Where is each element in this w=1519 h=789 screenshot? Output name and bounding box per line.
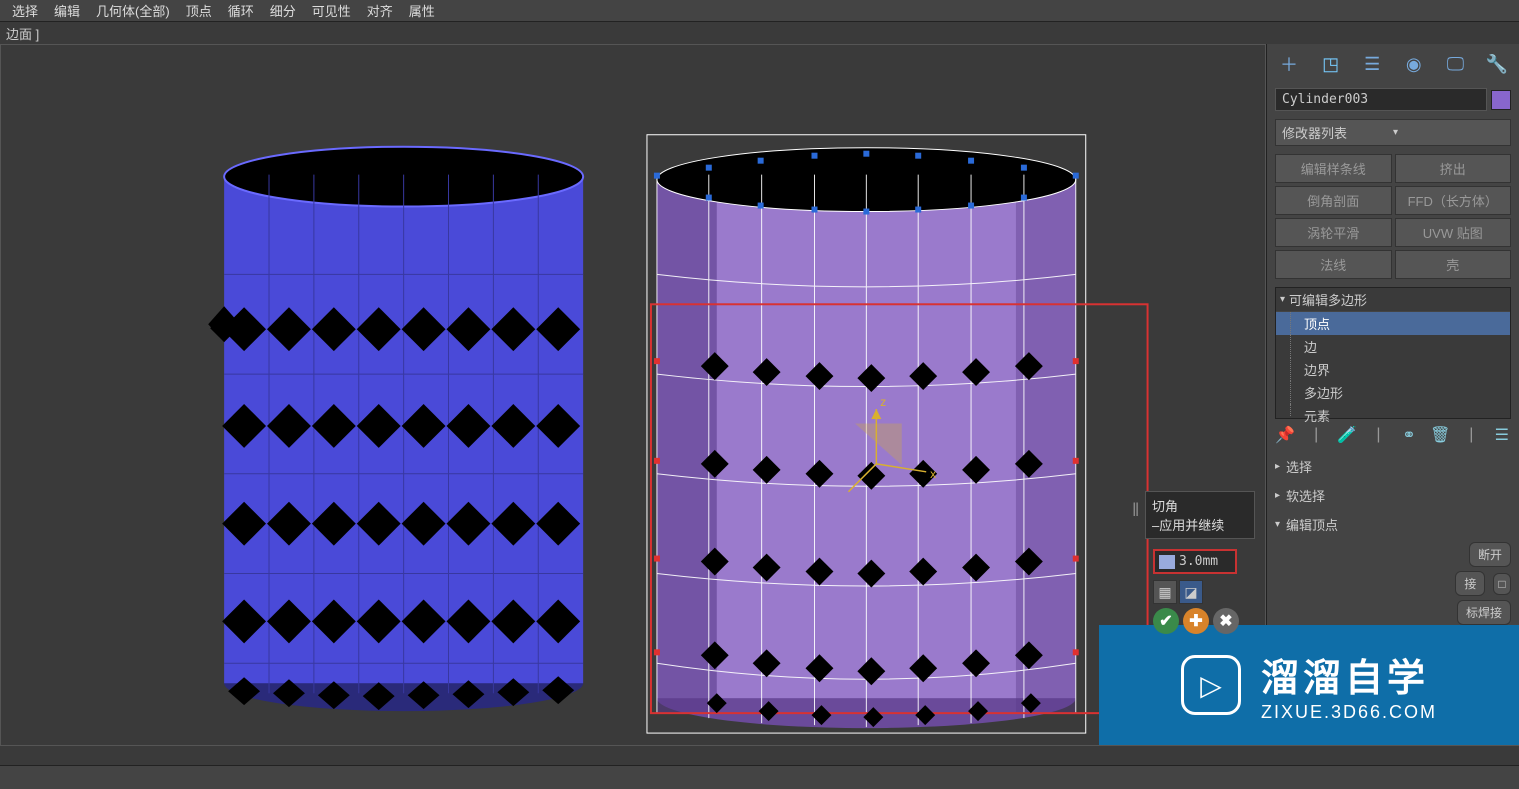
chevron-down-icon: ▾ [1393,127,1504,138]
menu-subdivide[interactable]: 细分 [262,0,304,22]
subobj-edge[interactable]: 边 [1276,335,1510,358]
menu-vertex[interactable]: 顶点 [178,0,220,22]
option-open-icon[interactable]: ◪ [1179,580,1203,604]
viewport-context-label: 边面 ] [0,22,1519,44]
menu-properties[interactable]: 属性 [401,0,443,22]
caddy-subtitle: –应用并继续 [1152,515,1248,534]
subobj-polygon[interactable]: 多边形 [1276,381,1510,404]
menu-select[interactable]: 选择 [4,0,46,22]
watermark: ▷ 溜溜自学 ZIXUE.3D66.COM [1099,625,1519,745]
trash-icon[interactable]: 🗑 [1430,425,1450,445]
chamfer-icon [1159,555,1175,569]
stack-collapse-icon[interactable]: ▾ [1280,294,1285,305]
motion-tab-icon[interactable]: ◉ [1402,52,1426,76]
apply-continue-button[interactable]: ✚ [1183,608,1209,634]
mod-btn-ffd[interactable]: FFD（长方体） [1395,186,1512,215]
weld-settings-button[interactable]: □ [1493,573,1511,595]
pin-icon[interactable]: 📌 [1275,425,1295,445]
mod-btn-shell[interactable]: 壳 [1395,250,1512,279]
menu-align[interactable]: 对齐 [359,0,401,22]
modify-tab-icon[interactable]: ◳ [1319,52,1343,76]
option-grid-icon[interactable]: ▦ [1153,580,1177,604]
break-button[interactable]: 断开 [1469,542,1511,567]
menu-edit[interactable]: 编辑 [46,0,88,22]
object-color-swatch[interactable] [1491,90,1511,110]
watermark-title: 溜溜自学 [1261,647,1437,702]
subobj-vertex[interactable]: 顶点 [1276,312,1510,335]
chamfer-value: 3.0mm [1179,554,1218,569]
caddy-title: 切角 [1152,496,1248,515]
svg-text:z: z [880,395,886,409]
mod-btn-normal[interactable]: 法线 [1275,250,1392,279]
object-name-input[interactable] [1275,88,1487,111]
rollout-softselection[interactable]: ▸软选择 [1267,482,1519,509]
utilities-tab-icon[interactable]: 🔧 [1485,52,1509,76]
target-weld-button[interactable]: 标焊接 [1457,600,1511,625]
create-tab-icon[interactable]: ＋ [1277,52,1301,76]
top-menubar: 选择 编辑 几何体(全部) 顶点 循环 细分 可见性 对齐 属性 [0,0,1519,22]
display-tab-icon[interactable]: 🖵 [1443,52,1467,76]
weld-button[interactable]: 接 [1455,571,1485,596]
time-slider[interactable] [0,745,1519,765]
hierarchy-tab-icon[interactable]: ☰ [1360,52,1384,76]
modifier-list-label: 修改器列表 [1282,123,1393,142]
watermark-url: ZIXUE.3D66.COM [1261,702,1437,723]
menu-loop[interactable]: 循环 [220,0,262,22]
menu-visibility[interactable]: 可见性 [304,0,359,22]
confirm-button[interactable]: ✔ [1153,608,1179,634]
modifier-list-dropdown[interactable]: 修改器列表 ▾ [1275,119,1511,146]
play-icon: ▷ [1181,655,1241,715]
menu-geometry[interactable]: 几何体(全部) [88,0,178,22]
timeline-ruler[interactable] [0,765,1519,789]
viewport[interactable]: z x ‖ 切角 –应用并继续 3.0mm ▦ ◪ ✔ ✚ [0,44,1266,764]
stack-head-label: 可编辑多边形 [1289,290,1367,309]
rollout-edit-vertex[interactable]: ▾编辑顶点 [1267,511,1519,538]
mod-btn-uvw[interactable]: UVW 贴图 [1395,218,1512,247]
link-icon[interactable]: ⚭ [1400,425,1418,445]
mod-btn-extrude[interactable]: 挤出 [1395,154,1512,183]
subobj-element[interactable]: 元素 [1276,404,1510,427]
configure-icon[interactable]: ☰ [1493,425,1511,445]
cancel-button[interactable]: ✖ [1213,608,1239,634]
mod-btn-bevelprofile[interactable]: 倒角剖面 [1275,186,1392,215]
test-tube-icon[interactable]: 🧪 [1337,425,1357,445]
svg-text:x: x [930,467,936,481]
mod-btn-turbosmooth[interactable]: 涡轮平滑 [1275,218,1392,247]
chamfer-amount-input[interactable]: 3.0mm [1153,549,1237,574]
subobj-border[interactable]: 边界 [1276,358,1510,381]
modifier-stack[interactable]: ▾ 可编辑多边形 顶点 边 边界 多边形 元素 [1275,287,1511,419]
rollout-selection[interactable]: ▸选择 [1267,453,1519,480]
mod-btn-editspline[interactable]: 编辑样条线 [1275,154,1392,183]
chamfer-caddy[interactable]: ‖ 切角 –应用并继续 3.0mm ▦ ◪ ✔ ✚ ✖ [1145,491,1255,634]
